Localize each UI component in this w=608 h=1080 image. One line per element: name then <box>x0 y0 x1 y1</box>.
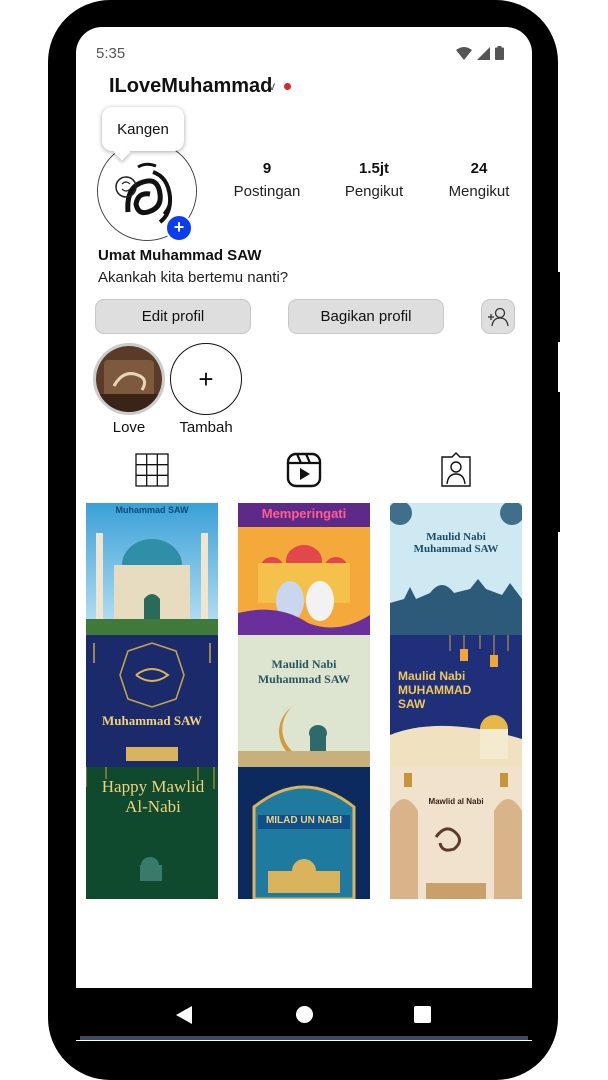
recents-icon[interactable] <box>414 1006 431 1023</box>
signal-icon <box>477 46 490 60</box>
highlight-love[interactable]: Love <box>93 343 165 436</box>
stat-number: 1.5jt <box>358 160 389 177</box>
grid-icon <box>135 453 169 487</box>
status-bar: 5:35 <box>76 27 532 79</box>
new-highlight-circle: + <box>170 343 242 415</box>
highlight-cover <box>93 343 165 415</box>
post-image <box>390 503 522 635</box>
discover-people-button[interactable] <box>481 299 515 334</box>
stat-following[interactable]: 24 Mengikut <box>429 160 529 200</box>
stat-followers[interactable]: 1.5jt Pengikut <box>324 160 424 200</box>
stat-number: 9 <box>262 160 272 177</box>
profile-tabs <box>76 447 532 493</box>
highlight-label: Tambah <box>179 419 233 436</box>
add-story-button[interactable]: + <box>165 214 193 242</box>
stat-label: Postingan <box>233 183 301 200</box>
add-person-icon <box>488 307 509 326</box>
tab-tagged[interactable] <box>438 452 474 488</box>
highlight-label: Love <box>112 419 146 436</box>
plus-icon: + <box>198 363 214 394</box>
home-icon[interactable] <box>296 1006 313 1023</box>
grid-post[interactable]: Maulid Nabi Muhammad SAW <box>390 503 522 635</box>
grid-post[interactable]: MILAD UN NABI <box>238 767 370 899</box>
post-caption: MILAD UN NABI <box>265 815 343 826</box>
status-time: 5:35 <box>96 45 126 62</box>
post-caption: Mawlid al Nabi <box>428 797 484 806</box>
profile-full-name: Umat Muhammad SAW <box>98 247 262 264</box>
share-profile-button[interactable]: Bagikan profil <box>288 299 444 334</box>
post-caption: Muhammad SAW <box>115 505 189 515</box>
stat-posts[interactable]: 9 Postingan <box>217 160 317 200</box>
tab-reels[interactable] <box>286 452 322 488</box>
post-caption: Muhammad SAW <box>101 713 203 728</box>
highlight-image <box>96 346 162 412</box>
notification-dot <box>284 83 291 90</box>
post-image <box>390 773 522 899</box>
profile-bio: Akankah kita bertemu nanti? <box>98 269 289 286</box>
edit-profile-button[interactable]: Edit profil <box>95 299 251 334</box>
wifi-icon <box>456 46 472 60</box>
post-caption: Maulid Nabi MUHAMMAD SAW <box>398 669 472 711</box>
volume-button <box>554 272 560 342</box>
grid-post[interactable]: Mawlid al Nabi <box>390 767 522 899</box>
tab-posts[interactable] <box>134 452 170 488</box>
note-bubble[interactable]: Kangen <box>102 107 184 151</box>
grid-post[interactable]: Muhammad SAW <box>86 635 218 767</box>
grid-post[interactable]: Muhammad SAW <box>86 503 218 635</box>
grid-post[interactable]: Maulid Nabi MUHAMMAD SAW <box>390 635 522 767</box>
grid-post[interactable]: Happy Mawlid Al-Nabi <box>86 767 218 899</box>
post-caption: Memperingati <box>261 506 347 521</box>
bottom-edge <box>80 1036 528 1040</box>
battery-icon <box>495 46 504 60</box>
post-image <box>252 785 356 899</box>
reels-icon <box>286 452 322 488</box>
post-image <box>86 533 218 635</box>
chevron-down-icon[interactable]: v <box>269 79 275 93</box>
system-navigation-bar <box>76 988 532 1040</box>
grid-post[interactable]: Maulid Nabi Muhammad SAW <box>238 635 370 767</box>
post-caption: Maulid Nabi Muhammad SAW <box>413 531 499 555</box>
stat-label: Pengikut <box>344 183 404 200</box>
post-image <box>93 642 211 761</box>
grid-post[interactable]: Memperingati <box>238 503 370 635</box>
stat-label: Mengikut <box>448 183 510 200</box>
note-text: Kangen <box>117 120 169 138</box>
highlight-new[interactable]: + Tambah <box>170 343 242 436</box>
status-icons <box>456 46 504 60</box>
profile-username[interactable]: ILoveMuhammad <box>109 75 272 98</box>
back-icon[interactable] <box>176 1006 192 1024</box>
post-caption: Happy Mawlid Al-Nabi <box>101 777 205 816</box>
post-image <box>238 707 370 767</box>
post-caption: Maulid Nabi Muhammad SAW <box>257 657 351 686</box>
post-image <box>238 503 370 635</box>
screen: 5:35 ILoveMuhammad v + Kangen 9 Postinga… <box>76 27 532 1041</box>
stat-number: 24 <box>470 160 488 177</box>
tagged-icon <box>441 452 471 487</box>
power-button <box>554 392 560 532</box>
